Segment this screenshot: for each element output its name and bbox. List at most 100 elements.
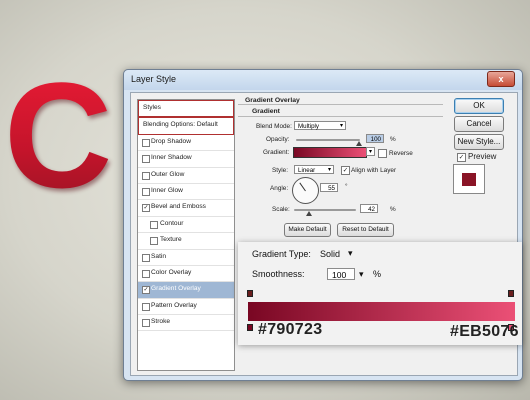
style-list-label: Blending Options: Default [143, 121, 218, 129]
align-with-layer-checkbox[interactable]: ✓ [341, 166, 350, 175]
preview-checkbox[interactable]: ✓ [457, 153, 466, 162]
preview-swatch [453, 164, 485, 194]
style-list-item[interactable]: Stroke [138, 315, 234, 332]
angle-needle [299, 182, 306, 192]
style-checkbox[interactable] [142, 302, 150, 311]
angle-unit: ° [345, 183, 348, 190]
make-default-button[interactable]: Make Default [284, 223, 331, 237]
style-list-item[interactable]: ✓ Bevel and Emboss [138, 200, 234, 217]
style-list-label: Stroke [151, 318, 171, 326]
angle-dial[interactable] [292, 177, 319, 204]
style-list-item[interactable]: Texture [138, 233, 234, 250]
section-divider [238, 104, 443, 105]
gradient-type-value[interactable]: Solid [320, 249, 340, 259]
gradient-swatch[interactable] [293, 147, 367, 158]
title-bar[interactable]: Layer Style x [124, 70, 522, 90]
opacity-label: Opacity: [266, 136, 290, 143]
style-checkbox[interactable] [142, 138, 150, 147]
opacity-slider-track[interactable] [296, 139, 360, 141]
reverse-checkbox[interactable] [378, 149, 387, 158]
style-list-label: Pattern Overlay [151, 301, 197, 309]
style-list-label: Inner Shadow [151, 154, 192, 162]
style-list-item[interactable]: Color Overlay [138, 266, 234, 283]
chevron-down-icon[interactable]: ▾ [359, 269, 364, 280]
style-select[interactable]: Linear ▾ [294, 165, 334, 174]
decorative-letter-c: C [4, 51, 113, 219]
style-list-item[interactable]: ✓ Gradient Overlay [138, 282, 234, 299]
style-list-item[interactable]: Satin [138, 250, 234, 266]
group-divider [238, 116, 443, 117]
align-with-layer-label: Align with Layer [351, 167, 397, 174]
chevron-down-icon: ▾ [327, 167, 331, 173]
style-list-item[interactable]: Inner Glow [138, 184, 234, 201]
start-color-hex: #790723 [258, 321, 323, 338]
section-title: Gradient Overlay [245, 97, 300, 104]
style-list-item[interactable]: Pattern Overlay [138, 299, 234, 316]
color-stop-left[interactable] [247, 324, 253, 331]
chevron-down-icon: ▾ [339, 123, 343, 129]
preview-label: Preview [468, 152, 497, 161]
preview-fill [462, 173, 476, 186]
style-checkbox[interactable] [142, 253, 150, 262]
style-checkbox[interactable] [142, 187, 150, 196]
scale-slider-track[interactable] [294, 209, 356, 211]
chevron-down-icon: ▾ [368, 149, 372, 155]
style-list-label: Drop Shadow [151, 137, 191, 145]
opacity-stop-left[interactable] [247, 290, 253, 297]
style-list-item[interactable]: Drop Shadow [138, 135, 234, 152]
style-checkbox[interactable] [142, 155, 150, 164]
opacity-input[interactable]: 100 [366, 134, 384, 143]
smoothness-label: Smoothness: [252, 269, 305, 279]
blend-mode-select[interactable]: Multiply ▾ [294, 121, 346, 130]
style-list-label: Gradient Overlay [151, 285, 201, 293]
scale-slider-thumb[interactable] [306, 211, 312, 216]
style-checkbox[interactable] [142, 171, 150, 180]
style-list-label: Satin [151, 252, 167, 260]
cancel-button[interactable]: Cancel [454, 116, 504, 132]
gradient-editor-zoom: Gradient Type: Solid ▾ Smoothness: 100 ▾… [238, 242, 522, 345]
style-list-item[interactable]: Outer Glow [138, 168, 234, 184]
chevron-down-icon[interactable]: ▾ [348, 248, 353, 259]
gradient-picker-dropdown[interactable]: ▾ [366, 147, 375, 156]
styles-list: Styles Blending Options: Default Drop Shad… [137, 99, 235, 371]
new-style-button[interactable]: New Style... [454, 134, 504, 150]
style-checkbox[interactable]: ✓ [142, 286, 150, 295]
style-value: Linear [298, 167, 316, 174]
gradient-type-label: Gradient Type: [252, 249, 311, 259]
opacity-slider-thumb[interactable] [356, 141, 362, 146]
scale-unit: % [390, 206, 396, 213]
gradient-label: Gradient: [263, 149, 290, 156]
group-title: Gradient [252, 108, 280, 115]
close-button[interactable]: x [487, 71, 515, 87]
reset-to-default-button[interactable]: Reset to Default [337, 223, 394, 237]
ok-button[interactable]: OK [454, 98, 504, 114]
reverse-label: Reverse [389, 150, 413, 157]
style-list-item[interactable]: Contour [138, 217, 234, 234]
style-checkbox[interactable] [142, 269, 150, 278]
style-list-label: Outer Glow [151, 170, 185, 178]
style-list-label: Styles [143, 104, 161, 111]
scale-label: Scale: [272, 206, 290, 213]
scale-input[interactable]: 42 [360, 204, 378, 213]
style-list-item[interactable]: Inner Shadow [138, 151, 234, 168]
end-color-hex: #EB5076 [450, 323, 519, 340]
style-list-item[interactable]: Styles [138, 100, 234, 118]
style-list-item[interactable]: Blending Options: Default [138, 117, 234, 135]
style-list-label: Color Overlay [151, 268, 192, 276]
blend-mode-value: Multiply [298, 123, 319, 130]
style-checkbox[interactable] [142, 319, 150, 328]
style-label: Style: [272, 167, 288, 174]
smoothness-input[interactable]: 100 [327, 268, 355, 280]
angle-label: Angle: [270, 185, 289, 192]
style-list-label: Bevel and Emboss [151, 203, 206, 211]
opacity-stop-right[interactable] [508, 290, 514, 297]
style-checkbox[interactable] [150, 237, 158, 246]
close-icon: x [498, 74, 504, 84]
style-checkbox[interactable] [150, 220, 158, 229]
style-list-label: Inner Glow [151, 186, 183, 194]
smoothness-unit: % [373, 269, 382, 279]
gradient-bar[interactable] [248, 302, 515, 321]
style-list-label: Texture [160, 236, 182, 244]
style-checkbox[interactable]: ✓ [142, 204, 150, 213]
angle-input[interactable]: 55 [320, 183, 338, 192]
